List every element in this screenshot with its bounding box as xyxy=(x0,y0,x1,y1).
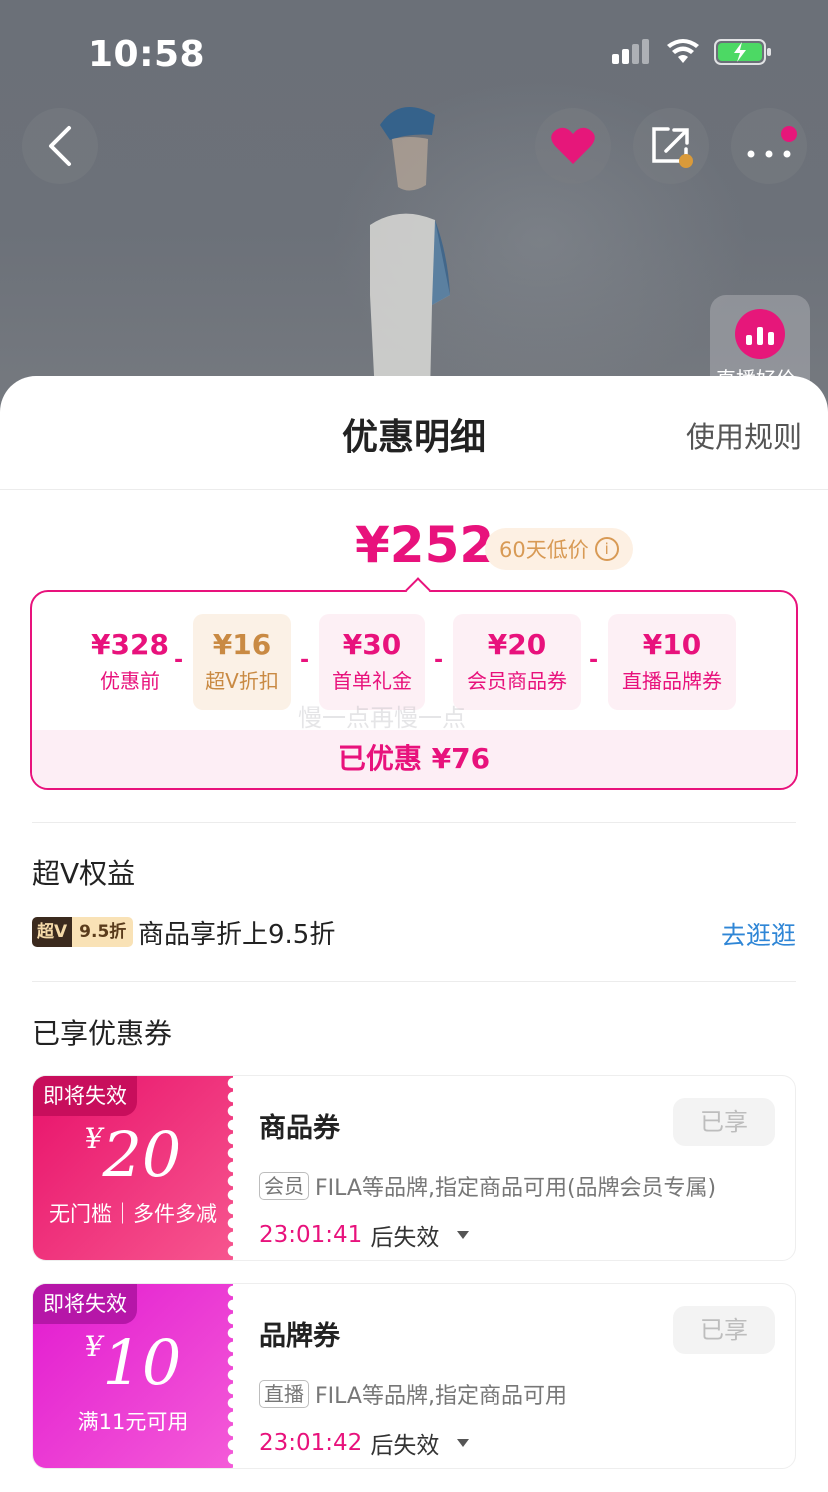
coupon-expiry[interactable]: 23:01:41 后失效 xyxy=(259,1218,470,1252)
breakdown-label: 会员商品券 xyxy=(467,669,567,693)
share-button[interactable] xyxy=(633,108,709,184)
coupon-expiry[interactable]: 23:01:42 后失效 xyxy=(259,1426,470,1460)
superv-benefit-row: 超V 9.5折 商品享折上9.5折 去逛逛 xyxy=(32,914,796,954)
divider xyxy=(32,981,796,982)
superv-badge-left: 超V xyxy=(32,917,73,947)
coupon-amount: ¥10 xyxy=(33,1326,233,1399)
breakdown-item-live-coupon: ¥10 直播品牌券 xyxy=(608,614,736,710)
breakdown-label: 首单礼金 xyxy=(332,669,412,693)
breakdown-item-superv: ¥16 超V折扣 xyxy=(193,614,291,710)
back-button[interactable] xyxy=(22,108,98,184)
expiring-tag: 即将失效 xyxy=(33,1284,137,1324)
coupon-description-text: FILA等品牌,指定商品可用 xyxy=(315,1384,567,1409)
usage-rules-link[interactable]: 使用规则 xyxy=(686,414,802,456)
coupon-countdown: 23:01:41 xyxy=(259,1222,363,1248)
favorite-button[interactable] xyxy=(535,108,611,184)
caret-down-icon xyxy=(457,1231,470,1239)
wifi-icon xyxy=(667,39,699,63)
battery-charging-icon xyxy=(714,39,771,65)
divider xyxy=(32,822,796,823)
expiring-tag: 即将失效 xyxy=(33,1076,137,1116)
breakdown-amount: ¥328 xyxy=(91,628,169,661)
price-breakdown-card: ¥328 优惠前 - ¥16 超V折扣 - ¥30 首单礼金 - ¥20 会员商… xyxy=(30,577,798,790)
minus-sign: - xyxy=(300,648,310,673)
coupon-expiry-suffix: 后失效 xyxy=(370,1225,440,1251)
heart-icon xyxy=(551,127,595,164)
superv-badge-right: 9.5折 xyxy=(72,917,134,947)
breakdown-label: 直播品牌券 xyxy=(622,669,722,693)
coupon-currency: ¥ xyxy=(84,1122,103,1155)
perforated-edge xyxy=(226,1284,240,1468)
low-price-badge-text: 60天低价 xyxy=(499,538,589,562)
coupon-amount: ¥20 xyxy=(33,1118,233,1191)
status-bar: 10:58 xyxy=(0,0,828,100)
coupon-name: 品牌券 xyxy=(259,1321,340,1352)
minus-sign: - xyxy=(589,648,599,673)
live-bars-icon xyxy=(735,309,785,359)
coupon-description: 直播 FILA等品牌,指定商品可用 xyxy=(259,1378,567,1410)
breakdown-item-member-coupon: ¥20 会员商品券 xyxy=(453,614,581,710)
coupon-card[interactable]: 即将失效 ¥10 满11元可用 品牌券 已享 直播 FILA等品牌,指定商品可用… xyxy=(32,1283,796,1469)
breakdown-item-first-order: ¥30 首单礼金 xyxy=(319,614,425,710)
coupon-condition: 满11元可用 xyxy=(77,1410,189,1434)
coupon-name: 商品券 xyxy=(259,1113,340,1144)
minus-sign: - xyxy=(174,648,184,673)
minus-sign: - xyxy=(434,648,444,673)
low-price-badge[interactable]: 60天低价 i xyxy=(485,528,633,570)
superv-badge: 超V 9.5折 xyxy=(32,917,134,947)
breakdown-amount: ¥16 xyxy=(212,628,272,661)
share-icon xyxy=(652,127,693,168)
coupon-status-button[interactable]: 已享 xyxy=(673,1098,775,1146)
product-hero-image: 10:58 xyxy=(0,0,828,420)
superv-section-title: 超V权益 xyxy=(32,857,136,890)
watermark-text: 慢一点再慢一点 xyxy=(298,704,466,732)
final-price: ¥252 xyxy=(355,516,495,574)
breakdown-amount: ¥10 xyxy=(642,628,702,661)
final-price-row: ¥252 60天低价 i xyxy=(0,516,828,586)
status-time: 10:58 xyxy=(88,34,206,75)
chevron-left-icon xyxy=(49,126,71,166)
breakdown-item-original: ¥328 优惠前 xyxy=(80,614,180,710)
coupon-value-panel: 即将失效 ¥20 无门槛｜多件多减 xyxy=(33,1076,240,1260)
coupon-description: 会员 FILA等品牌,指定商品可用(品牌会员专属) xyxy=(259,1170,716,1202)
cellular-signal-icon xyxy=(612,39,649,64)
sheet-header: 优惠明细 使用规则 xyxy=(0,376,828,490)
info-icon: i xyxy=(594,537,619,561)
coupon-card[interactable]: 即将失效 ¥20 无门槛｜多件多减 商品券 已享 会员 FILA等品牌,指定商品… xyxy=(32,1075,796,1261)
total-saved: 已优惠 ¥76 xyxy=(32,730,796,788)
coupon-amount-value: 20 xyxy=(102,1118,182,1191)
perforated-edge xyxy=(226,1076,240,1260)
coupon-currency: ¥ xyxy=(84,1330,103,1363)
caret-down-icon xyxy=(457,1439,470,1447)
breakdown-amount: ¥30 xyxy=(342,628,402,661)
coupon-value-panel: 即将失效 ¥10 满11元可用 xyxy=(33,1284,240,1468)
go-browse-link[interactable]: 去逛逛 xyxy=(721,916,796,952)
more-dots-icon xyxy=(747,126,797,158)
more-button[interactable] xyxy=(731,108,807,184)
coupon-chip: 会员 xyxy=(259,1172,309,1200)
breakdown-label: 超V折扣 xyxy=(205,669,279,693)
model-figure xyxy=(370,107,450,395)
coupon-chip: 直播 xyxy=(259,1380,309,1408)
coupons-section-title: 已享优惠券 xyxy=(32,1017,173,1050)
discount-detail-sheet: 优惠明细 使用规则 ¥252 60天低价 i ¥328 优惠前 - ¥16 超V… xyxy=(0,376,828,1492)
coupon-amount-value: 10 xyxy=(102,1326,182,1399)
breakdown-label: 优惠前 xyxy=(100,669,160,693)
coupon-countdown: 23:01:42 xyxy=(259,1430,363,1456)
coupon-description-text: FILA等品牌,指定商品可用(品牌会员专属) xyxy=(315,1176,717,1201)
breakdown-amount: ¥20 xyxy=(487,628,547,661)
coupon-expiry-suffix: 后失效 xyxy=(370,1433,440,1459)
coupon-condition: 无门槛｜多件多减 xyxy=(49,1202,217,1226)
coupon-status-button[interactable]: 已享 xyxy=(673,1306,775,1354)
superv-benefit-text: 商品享折上9.5折 xyxy=(138,920,336,950)
